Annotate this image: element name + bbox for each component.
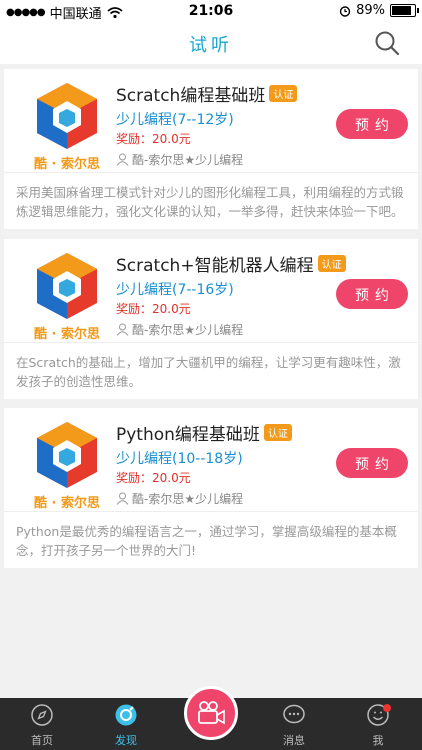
alarm-icon (339, 5, 351, 17)
person-icon (116, 323, 129, 336)
tab-messages[interactable]: 消息 (254, 698, 334, 750)
course-reward: 奖励：20.0元 (116, 471, 191, 485)
cube-logo-icon (37, 253, 97, 319)
logo-text: 酷 · 索尔思 (34, 327, 100, 342)
course-logo: 酷 · 索尔思 (21, 249, 113, 342)
course-title-row: Python编程基础班 认证 (116, 420, 292, 445)
search-icon[interactable] (374, 30, 400, 56)
tab-discover[interactable]: 发现 (86, 698, 166, 750)
org-label: 酷-索尔思★少儿编程 (132, 492, 244, 506)
tab-label: 首页 (31, 734, 53, 747)
top-nav: 试听 (0, 22, 422, 64)
course-card[interactable]: 酷 · 索尔思 Scratch+智能机器人编程 认证 少儿编程(7--16岁) … (4, 239, 418, 399)
logo-text: 酷 · 索尔思 (34, 157, 100, 172)
book-button[interactable]: 预约 (336, 279, 408, 309)
tab-label: 我 (372, 734, 384, 747)
certified-badge: 认证 (317, 255, 346, 272)
book-button[interactable]: 预约 (336, 448, 408, 478)
logo-text: 酷 · 索尔思 (34, 496, 100, 511)
course-title-row: Scratch编程基础班 认证 (116, 81, 298, 106)
course-title-row: Scratch+智能机器人编程 认证 (116, 251, 346, 276)
course-org: 酷-索尔思★少儿编程 (116, 321, 243, 338)
course-title[interactable]: Scratch编程基础班 (116, 81, 265, 106)
person-icon (116, 492, 129, 505)
notification-dot (383, 704, 391, 712)
book-button[interactable]: 预约 (336, 109, 408, 139)
org-label: 酷-索尔思★少儿编程 (132, 323, 244, 337)
course-logo: 酷 · 索尔思 (21, 418, 113, 511)
course-reward: 奖励：20.0元 (116, 132, 191, 146)
chat-icon (283, 704, 305, 724)
course-title[interactable]: Python编程基础班 (116, 420, 260, 445)
battery-percent: 89% (356, 3, 385, 18)
course-category: 少儿编程(7--16岁) (116, 282, 234, 298)
bottom-tab-bar: 首页 发现 消息 我 (0, 686, 422, 750)
course-reward: 奖励：20.0元 (116, 302, 191, 316)
video-record-button[interactable] (184, 686, 238, 740)
course-org: 酷-索尔思★少儿编程 (116, 151, 243, 168)
certified-badge: 认证 (269, 85, 298, 102)
tab-home[interactable]: 首页 (2, 698, 82, 750)
tab-label: 发现 (115, 734, 137, 747)
course-description: 采用美国麻省理工模式针对少儿的图形化编程工具，利用编程的方式锻炼逻辑思维能力，强… (4, 172, 418, 229)
page-title: 试听 (189, 35, 233, 56)
org-label: 酷-索尔思★少儿编程 (132, 153, 244, 167)
course-title[interactable]: Scratch+智能机器人编程 (116, 251, 314, 276)
status-right: 89% (339, 3, 419, 18)
status-bar: ●●●●● 中国联通 21:06 89% (0, 0, 422, 22)
course-card[interactable]: 酷 · 索尔思 Scratch编程基础班 认证 少儿编程(7--12岁) 奖励：… (4, 69, 418, 229)
video-camera-icon (198, 701, 225, 725)
tab-label: 消息 (283, 734, 305, 747)
course-card[interactable]: 酷 · 索尔思 Python编程基础班 认证 少儿编程(10--18岁) 奖励：… (4, 408, 418, 568)
course-category: 少儿编程(10--18岁) (116, 451, 243, 467)
person-icon (116, 153, 129, 166)
tab-me[interactable]: 我 (338, 698, 418, 750)
battery-icon (390, 4, 419, 17)
course-logo: 酷 · 索尔思 (21, 79, 113, 172)
cube-logo-icon (37, 83, 97, 149)
certified-badge: 认证 (263, 424, 292, 441)
course-description: 在Scratch的基础上，增加了大疆机甲的编程，让学习更有趣味性，激发孩子的创造… (4, 342, 418, 399)
cube-logo-icon (37, 422, 97, 488)
discover-icon (115, 704, 137, 726)
course-org: 酷-索尔思★少儿编程 (116, 490, 243, 507)
course-description: Python是最优秀的编程语言之一，通过学习，掌握高级编程的基本概念，打开孩子另… (4, 511, 418, 568)
compass-icon (31, 704, 53, 726)
course-category: 少儿编程(7--12岁) (116, 112, 234, 128)
